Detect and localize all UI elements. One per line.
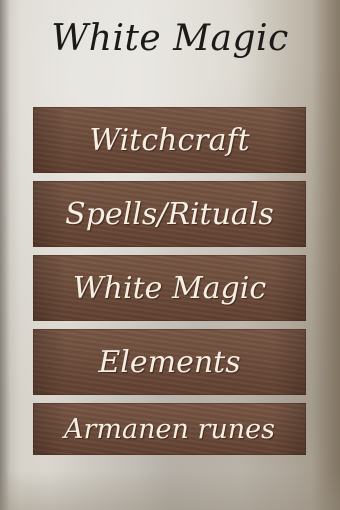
menu-button-label: Armanen runes xyxy=(64,413,275,445)
menu-button-label: Spells/Rituals xyxy=(65,196,274,232)
menu-button-label: White Magic xyxy=(72,270,267,306)
app-title: White Magic xyxy=(51,18,289,59)
menu-button-elements[interactable]: Elements xyxy=(33,329,306,395)
paper-left-edge xyxy=(0,0,10,510)
main-menu: Witchcraft Spells/Rituals White Magic El… xyxy=(33,107,306,455)
menu-button-label: Witchcraft xyxy=(89,122,250,158)
menu-button-label: Elements xyxy=(98,344,241,380)
menu-button-armanen-runes[interactable]: Armanen runes xyxy=(33,403,306,455)
menu-button-witchcraft[interactable]: Witchcraft xyxy=(33,107,306,173)
paper-bottom-shade xyxy=(0,470,340,510)
menu-button-white-magic[interactable]: White Magic xyxy=(33,255,306,321)
paper-right-edge xyxy=(312,0,340,510)
menu-button-spells-rituals[interactable]: Spells/Rituals xyxy=(33,181,306,247)
